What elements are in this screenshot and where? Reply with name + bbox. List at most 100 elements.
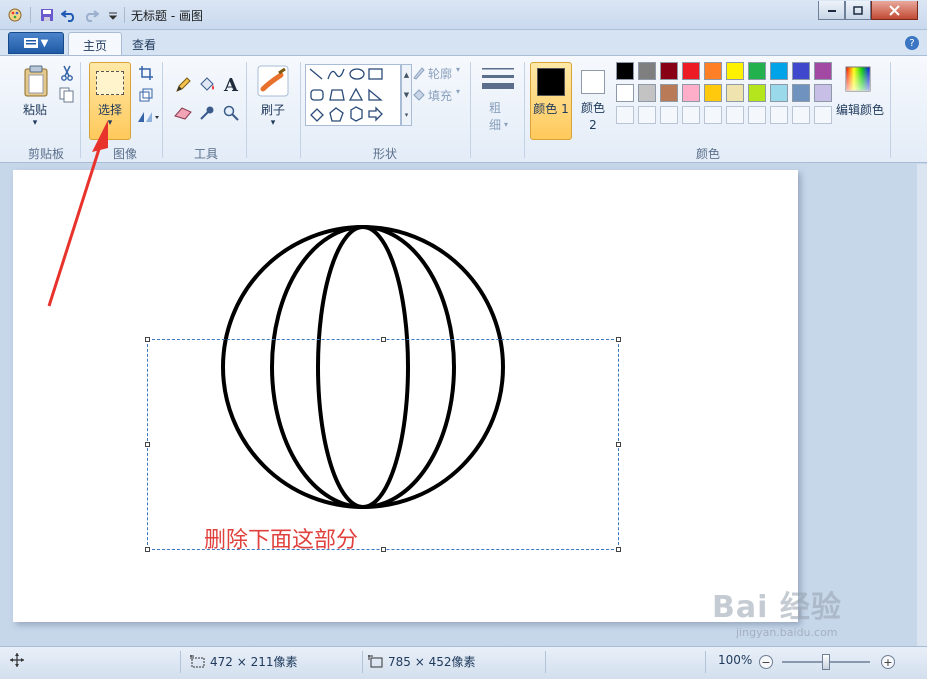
- palette-swatch[interactable]: [792, 62, 810, 80]
- canvas-size-text: 785 × 452像素: [388, 655, 476, 669]
- crop-icon[interactable]: [135, 62, 157, 84]
- palette-swatch[interactable]: [682, 62, 700, 80]
- brushes-dropdown-icon[interactable]: ▾: [255, 118, 291, 128]
- palette-swatch[interactable]: [660, 62, 678, 80]
- fill-button[interactable]: 填充: [428, 87, 452, 104]
- selection-handle[interactable]: [616, 337, 621, 342]
- zoom-slider-thumb[interactable]: [822, 654, 830, 670]
- palette-swatch[interactable]: [616, 62, 634, 80]
- status-separator: [180, 651, 181, 673]
- palette-swatch[interactable]: [770, 62, 788, 80]
- palette-swatch[interactable]: [726, 62, 744, 80]
- palette-swatch[interactable]: [704, 84, 722, 102]
- tools-group-label: 工具: [193, 147, 218, 161]
- palette-swatch-empty[interactable]: [726, 106, 744, 124]
- color1-label: 颜色 1: [533, 102, 569, 116]
- paste-button[interactable]: 粘贴: [18, 101, 52, 118]
- brushes-button[interactable]: 刷子: [255, 101, 291, 118]
- annotation-text: 删除下面这部分: [204, 528, 359, 553]
- paint-menu-button[interactable]: ▼: [8, 32, 64, 54]
- vertical-scrollbar[interactable]: [917, 164, 927, 646]
- pencil-icon[interactable]: [172, 74, 194, 96]
- resize-icon[interactable]: [135, 84, 157, 106]
- palette-swatch-empty[interactable]: [770, 106, 788, 124]
- color-picker-icon[interactable]: [196, 102, 218, 124]
- color1-button[interactable]: 颜色 1: [530, 62, 572, 140]
- fill-icon[interactable]: [408, 84, 430, 106]
- customize-quick-access-icon[interactable]: [104, 6, 122, 24]
- undo-icon[interactable]: [60, 6, 78, 24]
- selection-handle[interactable]: [381, 337, 386, 342]
- status-separator: [545, 651, 546, 673]
- rotate-icon[interactable]: [135, 106, 161, 128]
- paste-dropdown-icon[interactable]: ▾: [18, 118, 52, 128]
- palette-swatch-empty[interactable]: [792, 106, 810, 124]
- palette-swatch[interactable]: [704, 62, 722, 80]
- size-button[interactable]: 粗细: [485, 100, 505, 134]
- color2-button[interactable]: 颜色 2: [576, 62, 610, 140]
- tab-view[interactable]: 查看: [118, 32, 170, 55]
- selection-handle[interactable]: [145, 337, 150, 342]
- fill-dropdown-icon[interactable]: ▾: [456, 87, 460, 96]
- group-separator: [300, 62, 301, 158]
- edit-colors-button[interactable]: 编辑颜色: [836, 101, 884, 118]
- palette-swatch-empty[interactable]: [748, 106, 766, 124]
- save-icon[interactable]: [38, 6, 56, 24]
- palette-swatch[interactable]: [638, 62, 656, 80]
- size-icon[interactable]: [481, 66, 515, 94]
- palette-swatch-empty[interactable]: [682, 106, 700, 124]
- palette-swatch[interactable]: [792, 84, 810, 102]
- eraser-icon[interactable]: [172, 102, 194, 124]
- shapes-gallery[interactable]: [305, 64, 401, 126]
- group-separator: [890, 62, 891, 158]
- selection-handle[interactable]: [616, 547, 621, 552]
- palette-swatch[interactable]: [682, 84, 700, 102]
- zoom-out-button[interactable]: −: [759, 655, 773, 669]
- cut-icon[interactable]: [56, 62, 78, 84]
- palette-swatch-empty[interactable]: [704, 106, 722, 124]
- edit-colors-icon[interactable]: [843, 64, 873, 94]
- selection-handle[interactable]: [381, 547, 386, 552]
- watermark-logo: Bai 经验: [712, 590, 842, 625]
- status-bar: 472 × 211像素 785 × 452像素 100% − +: [0, 646, 927, 679]
- palette-swatch[interactable]: [638, 84, 656, 102]
- zoom-in-button[interactable]: +: [881, 655, 895, 669]
- palette-swatch[interactable]: [814, 62, 832, 80]
- minimize-button[interactable]: [818, 1, 845, 20]
- outline-icon[interactable]: [408, 62, 430, 84]
- brush-icon[interactable]: [256, 64, 290, 98]
- palette-swatch-empty[interactable]: [638, 106, 656, 124]
- paint-app-icon[interactable]: [6, 6, 24, 24]
- text-tool-icon[interactable]: A: [220, 74, 242, 96]
- redo-icon[interactable]: [82, 6, 100, 24]
- selection-rectangle[interactable]: [145, 337, 621, 552]
- outline-button[interactable]: 轮廓: [428, 65, 452, 82]
- tab-home[interactable]: 主页: [68, 32, 123, 55]
- palette-swatch[interactable]: [616, 84, 634, 102]
- group-separator: [524, 62, 525, 158]
- select-button[interactable]: 选择 ▾: [89, 62, 131, 140]
- palette-swatch-empty[interactable]: [660, 106, 678, 124]
- selection-handle[interactable]: [145, 442, 150, 447]
- palette-swatch-empty[interactable]: [814, 106, 832, 124]
- paste-icon[interactable]: [22, 64, 50, 98]
- maximize-button[interactable]: [845, 1, 871, 20]
- palette-swatch-empty[interactable]: [616, 106, 634, 124]
- selection-handle[interactable]: [616, 442, 621, 447]
- palette-swatch[interactable]: [748, 84, 766, 102]
- help-icon[interactable]: ?: [905, 36, 919, 50]
- palette-swatch[interactable]: [660, 84, 678, 102]
- palette-swatch[interactable]: [748, 62, 766, 80]
- fill-bucket-icon[interactable]: [196, 74, 218, 96]
- magnifier-icon[interactable]: [220, 102, 242, 124]
- select-dropdown-icon[interactable]: ▾: [90, 118, 130, 128]
- outline-dropdown-icon[interactable]: ▾: [456, 65, 460, 74]
- palette-swatch[interactable]: [726, 84, 744, 102]
- close-button[interactable]: [871, 1, 918, 20]
- palette-swatch[interactable]: [770, 84, 788, 102]
- copy-icon[interactable]: [56, 84, 78, 106]
- selection-handle[interactable]: [145, 547, 150, 552]
- selection-size-text: 472 × 211像素: [210, 655, 298, 669]
- palette-swatch[interactable]: [814, 84, 832, 102]
- size-dropdown-icon[interactable]: ▾: [504, 120, 508, 129]
